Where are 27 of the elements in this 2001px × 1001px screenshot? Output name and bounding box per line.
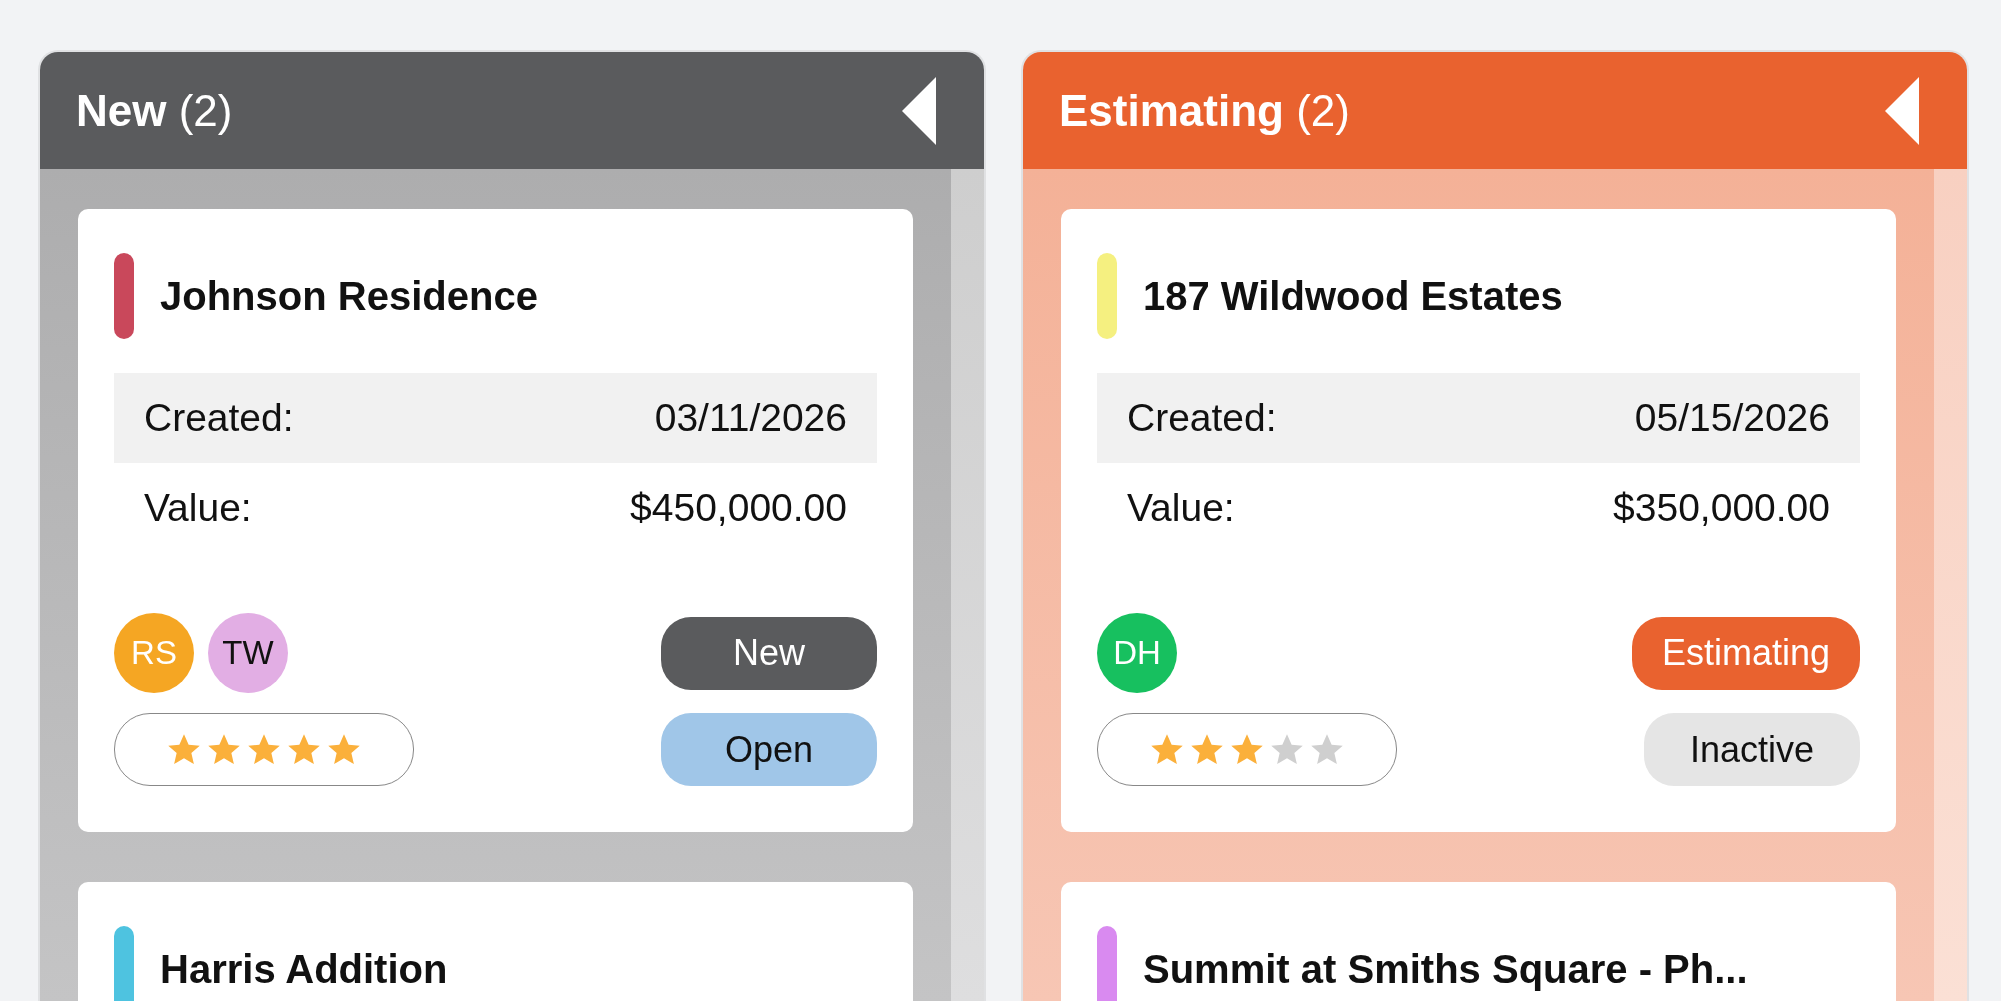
project-card[interactable]: 187 Wildwood Estates Created: 05/15/2026 Value: $350,000.00 DH Estimating Inactive <box>1061 209 1896 832</box>
avatar: DH <box>1097 613 1177 693</box>
collapse-icon[interactable] <box>1885 76 1919 145</box>
field-label: Created: <box>144 394 294 441</box>
card-title: 187 Wildwood Estates <box>1143 273 1563 320</box>
status-badge: Inactive <box>1644 713 1860 786</box>
status-badge: Open <box>661 713 877 786</box>
field-label: Value: <box>144 484 252 531</box>
field-value: $450,000.00 <box>630 484 847 531</box>
status-badge: Estimating <box>1631 616 1860 690</box>
field-value: $350,000.00 <box>1613 484 1830 531</box>
collapse-icon[interactable] <box>902 76 936 145</box>
field-label: Created: <box>1127 394 1277 441</box>
field-value: 03/11/2026 <box>654 394 847 441</box>
field-label: Value: <box>1127 484 1235 531</box>
card-title: Summit at Smiths Square - Ph... <box>1143 946 1748 993</box>
status-badge: New <box>661 616 877 690</box>
project-card[interactable]: Harris Addition <box>78 882 913 1001</box>
project-card[interactable]: Johnson Residence Created: 03/11/2026 Value: $450,000.00 RS TW New Open <box>78 209 913 832</box>
card-title: Johnson Residence <box>160 273 538 320</box>
avatar: RS <box>114 613 194 693</box>
column-title: Estimating (2) <box>1059 84 1350 137</box>
column-title: New (2) <box>76 84 233 137</box>
card-title: Harris Addition <box>160 946 448 993</box>
project-card[interactable]: Summit at Smiths Square - Ph... <box>1061 882 1896 1001</box>
field-value: 05/15/2026 <box>1634 394 1830 441</box>
avatar: TW <box>208 613 288 693</box>
